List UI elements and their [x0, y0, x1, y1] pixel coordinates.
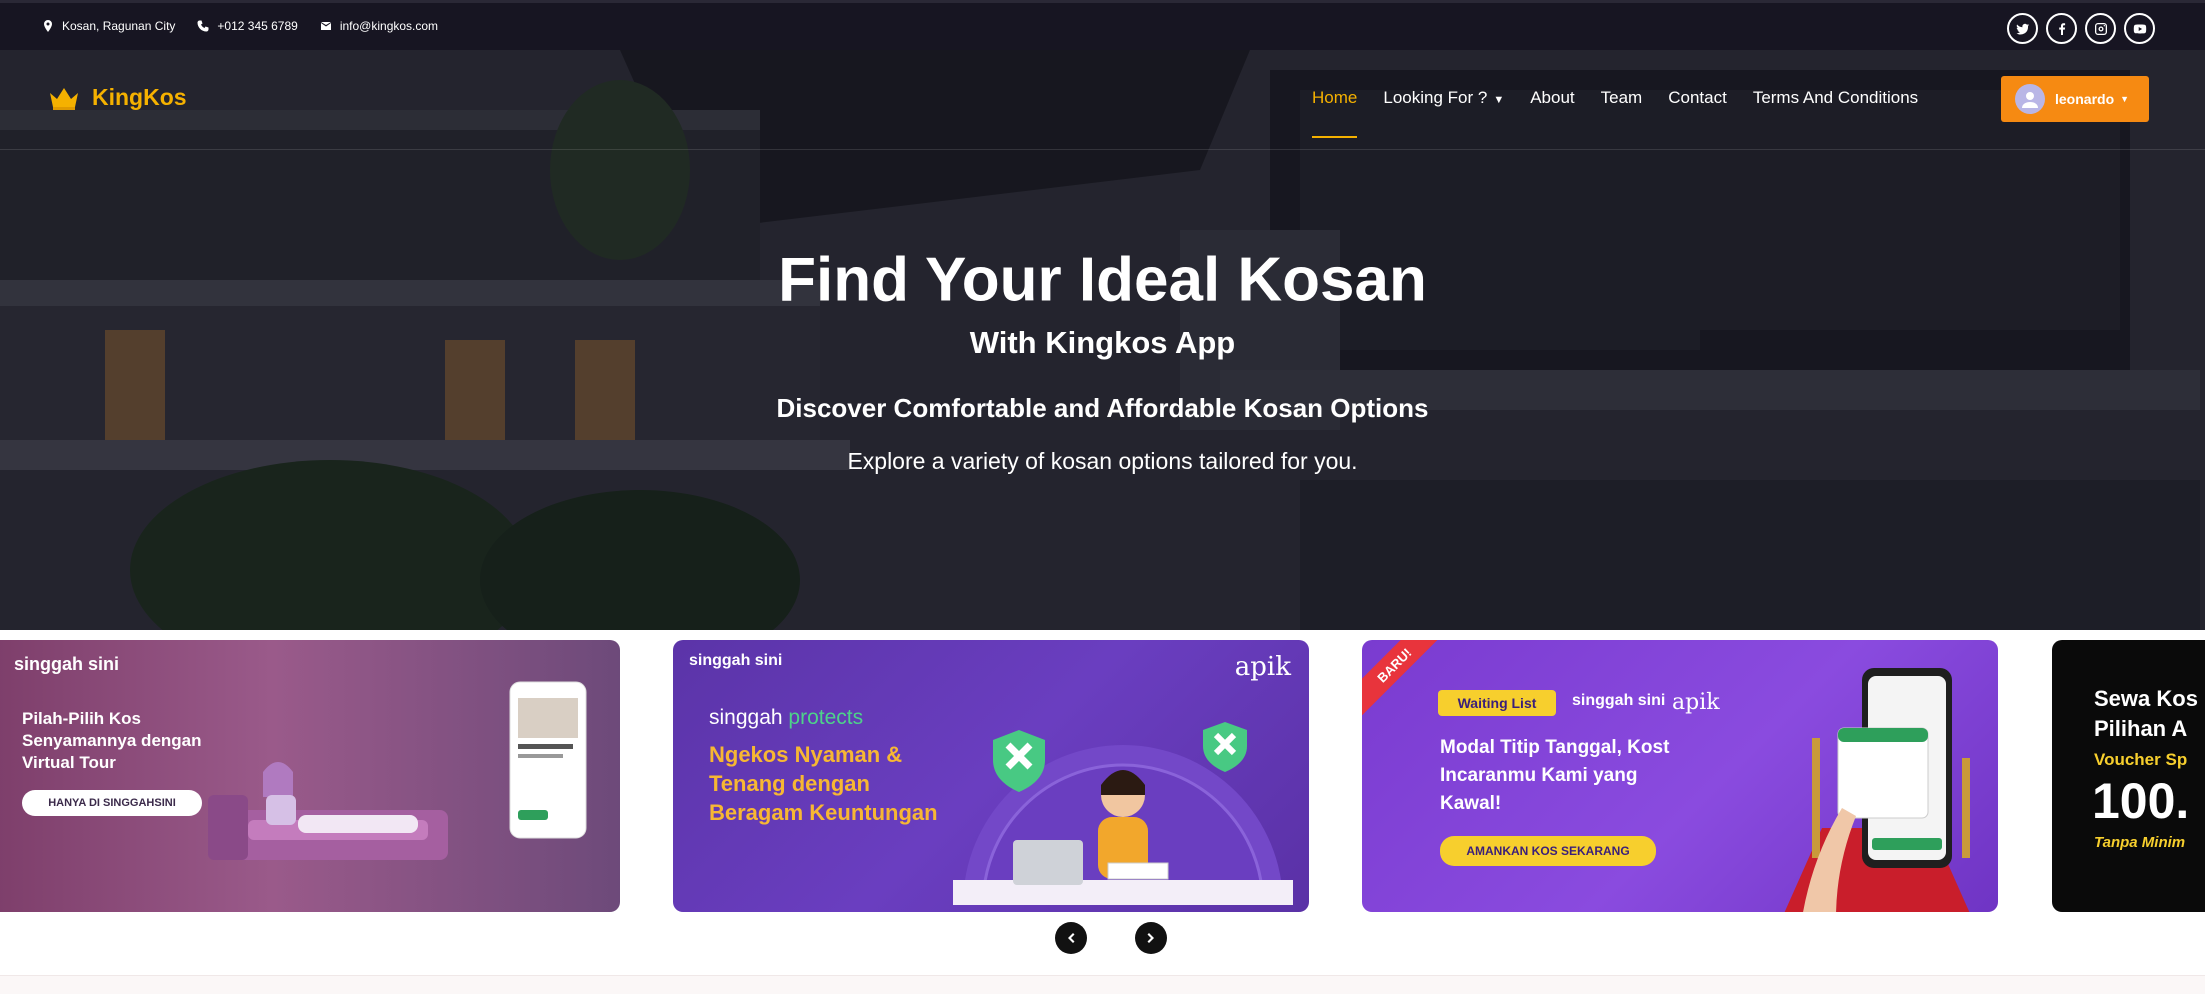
banner-cta-button[interactable]: AMANKAN KOS SEKARANG — [1440, 836, 1656, 866]
hero-description: Explore a variety of kosan options tailo… — [847, 448, 1358, 474]
chevron-left-icon — [1068, 933, 1075, 943]
next-section-edge — [0, 975, 2205, 994]
carousel-next-button[interactable] — [1135, 922, 1167, 954]
facebook-icon[interactable] — [2046, 13, 2077, 44]
phone-icon — [197, 20, 209, 32]
banner-kicker-b: protects — [788, 706, 864, 729]
crown-icon — [50, 87, 78, 110]
banner-brand: singgah sini — [689, 652, 783, 669]
chevron-right-icon — [1147, 933, 1154, 943]
email-text[interactable]: info@kingkos.com — [340, 19, 438, 33]
waiting-list-tag: Waiting List — [1438, 690, 1556, 716]
phone-mockup-illustration — [509, 681, 587, 839]
woman-with-laptop-illustration — [953, 722, 1293, 905]
nav-item-contact[interactable]: Contact — [1668, 88, 1727, 108]
promo-carousel: singgah sini Pilah-Pilih Kos Senyamannya… — [0, 630, 2205, 994]
phone-calendar-illustration — [1784, 668, 1970, 912]
banner-line-3: Voucher Sp — [2094, 750, 2188, 769]
banner-kicker-a: singgah — [709, 706, 783, 729]
banner-line-2: Pilihan A — [2094, 716, 2188, 741]
nav-item-looking-for-label: Looking For ? — [1383, 88, 1488, 107]
brand-logo[interactable]: KingKos — [48, 84, 187, 111]
main-navbar: KingKos Home Looking For ? ▼ About Team C… — [0, 50, 2205, 150]
new-ribbon: BARU! — [1362, 640, 1446, 717]
banner-partner: apik — [1672, 690, 1720, 715]
woman-on-sofa-illustration — [208, 762, 448, 860]
promo-banner-waiting-list[interactable]: BARU! Waiting List singgah sini apik Mod… — [1362, 640, 1998, 912]
email-item: info@kingkos.com — [320, 19, 438, 33]
carousel-prev-button[interactable] — [1055, 922, 1087, 954]
nav-item-terms[interactable]: Terms And Conditions — [1753, 88, 1918, 108]
envelope-icon — [320, 22, 331, 30]
banner-headline: Modal Titip Tanggal, Kost Incaranmu Kami… — [1440, 737, 1670, 814]
hero-title: Find Your Ideal Kosan — [778, 245, 1427, 315]
carousel-controls — [1055, 922, 1167, 954]
promo-banner-voucher[interactable]: Sewa Kos Pilihan A Voucher Sp 100. Tanpa… — [2052, 640, 2205, 912]
user-name: leonardo — [2055, 91, 2115, 107]
banner-cta-button[interactable]: HANYA DI SINGGAHSINI — [22, 790, 202, 816]
avatar — [2015, 84, 2045, 114]
banner-line-1: Sewa Kos — [2094, 686, 2198, 711]
banner-line-5: Tanpa Minim — [2094, 834, 2186, 851]
nav-item-home[interactable]: Home — [1312, 88, 1358, 138]
nav-item-about[interactable]: About — [1530, 88, 1574, 108]
hero-subtitle: With Kingkos App — [969, 325, 1236, 360]
youtube-icon[interactable] — [2124, 13, 2155, 44]
ribbon-label: BARU! — [1373, 644, 1415, 686]
address-text: Kosan, Ragunan City — [62, 19, 176, 33]
chevron-down-icon: ▼ — [1493, 94, 1505, 106]
banner-brand: singgah sini — [1572, 692, 1666, 709]
brand-name: KingKos — [92, 84, 187, 110]
address-item: Kosan, Ragunan City — [42, 19, 175, 33]
banner-line-4: 100. — [2092, 773, 2190, 829]
top-info-bar: Kosan, Ragunan City +012 345 6789 info@k… — [0, 0, 2205, 50]
twitter-icon[interactable] — [2007, 13, 2038, 44]
map-pin-icon — [44, 20, 52, 32]
instagram-icon[interactable] — [2085, 13, 2116, 44]
nav-item-team[interactable]: Team — [1601, 88, 1643, 108]
hero-tagline: Discover Comfortable and Affordable Kosa… — [776, 393, 1429, 423]
banner-brand: singgah sini — [14, 654, 120, 674]
nav-item-looking-for[interactable]: Looking For ? ▼ — [1383, 88, 1504, 108]
phone-item: +012 345 6789 — [197, 19, 298, 33]
promo-banner-singgah-protects[interactable]: singgah sini apik singgah protects Ngeko… — [673, 640, 1309, 912]
phone-text: +012 345 6789 — [217, 19, 298, 33]
banner-headline: Ngekos Nyaman & Tenang dengan Beragam Ke… — [709, 742, 938, 825]
promo-banner-virtual-tour[interactable]: singgah sini Pilah-Pilih Kos Senyamannya… — [0, 640, 620, 912]
nav-menu: Home Looking For ? ▼ About Team Contact T… — [1312, 88, 1918, 138]
user-menu-button[interactable]: leonardo ▼ — [2001, 76, 2149, 122]
banner-partner: apik — [1234, 652, 1291, 682]
banner-kicker: singgah protects — [709, 706, 863, 730]
user-icon — [2022, 92, 2038, 108]
chevron-down-icon: ▼ — [2120, 94, 2130, 104]
